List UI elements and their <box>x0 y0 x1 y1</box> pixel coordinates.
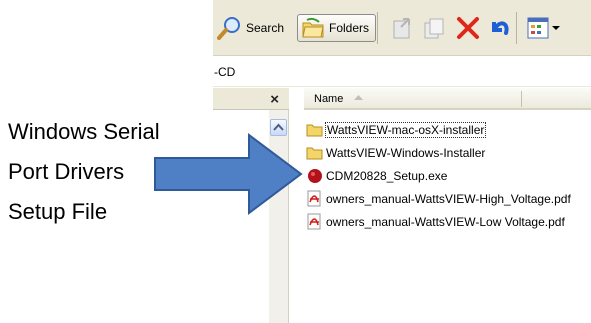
folders-label: Folders <box>329 21 370 35</box>
setup-exe-icon <box>306 168 323 183</box>
column-divider <box>521 91 522 107</box>
search-button[interactable]: Search <box>217 14 284 42</box>
toolbar: Search Folders <box>213 0 591 56</box>
name-column-label: Name <box>314 93 344 105</box>
toolbar-separator <box>516 12 517 44</box>
file-name: owners_manual-WattsVIEW-High_Voltage.pdf <box>326 191 571 206</box>
file-name: WattsVIEW-Windows-Installer <box>326 145 486 160</box>
toolbar-separator <box>377 12 378 44</box>
file-name: WattsVIEW-mac-osX-installer <box>324 121 487 138</box>
close-pane-button[interactable]: × <box>270 91 279 108</box>
list-item[interactable]: WattsVIEW-Windows-Installer <box>306 143 591 162</box>
file-list: WattsVIEW-mac-osX-installer WattsVIEW-Wi… <box>306 120 591 235</box>
pdf-icon <box>306 213 323 230</box>
file-name: owners_manual-WattsVIEW-Low Voltage.pdf <box>326 214 565 229</box>
arrow-pointer-icon <box>154 133 303 215</box>
delete-button[interactable] <box>456 14 480 42</box>
folders-button[interactable]: Folders <box>297 14 377 42</box>
folders-icon <box>302 17 324 38</box>
folder-icon <box>306 122 323 137</box>
move-to-icon <box>393 18 410 39</box>
copy-to-icon <box>424 18 444 39</box>
file-name: CDM20828_Setup.exe <box>326 168 448 183</box>
folders-pane-header: × <box>213 88 289 110</box>
move-to-button[interactable] <box>391 14 417 42</box>
list-item[interactable]: CDM20828_Setup.exe <box>306 166 591 185</box>
address-value: -CD <box>214 65 236 79</box>
views-icon <box>527 17 549 39</box>
undo-button[interactable] <box>487 14 511 42</box>
delete-icon <box>457 17 479 39</box>
file-list-pane: Name WattsVIEW-mac-osX-installer WattsVI… <box>290 88 591 323</box>
sort-ascending-icon <box>354 95 363 100</box>
name-column-header[interactable]: Name <box>304 88 591 110</box>
undo-icon <box>492 21 509 35</box>
address-bar[interactable]: -CD <box>213 57 591 87</box>
list-item[interactable]: WattsVIEW-mac-osX-installer <box>306 120 591 139</box>
search-icon <box>217 17 240 40</box>
copy-to-button[interactable] <box>422 14 448 42</box>
pdf-icon <box>306 190 323 207</box>
chevron-down-icon <box>552 26 560 30</box>
folder-icon <box>306 145 323 160</box>
list-item[interactable]: owners_manual-WattsVIEW-High_Voltage.pdf <box>306 189 591 208</box>
views-button[interactable] <box>527 14 560 42</box>
search-label: Search <box>246 21 285 35</box>
list-item[interactable]: owners_manual-WattsVIEW-Low Voltage.pdf <box>306 212 591 231</box>
